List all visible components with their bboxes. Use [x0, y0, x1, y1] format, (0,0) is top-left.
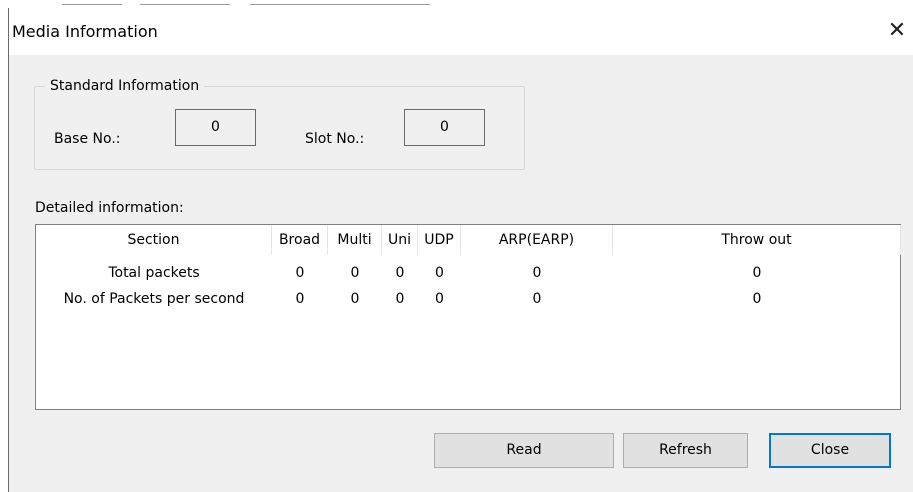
refresh-button[interactable]: Refresh	[623, 433, 748, 468]
detailed-information-list[interactable]: Section Broad Multi Uni UDP ARP(EARP) Th…	[35, 224, 901, 410]
media-information-dialog: Media Information ✕ Standard Information…	[8, 8, 913, 492]
slot-no-label: Slot No.:	[305, 131, 365, 147]
list-header: Section Broad Multi Uni UDP ARP(EARP) Th…	[36, 225, 901, 255]
row-broad-cell: 0	[295, 265, 305, 281]
row-udp-cell: 0	[435, 291, 444, 307]
column-header-uni[interactable]: Uni	[382, 225, 418, 255]
background-line	[140, 4, 230, 5]
row-throw-out-cell: 0	[752, 291, 762, 307]
background-line	[250, 4, 430, 5]
detailed-information-label: Detailed information:	[35, 200, 184, 216]
column-header-arp-earp[interactable]: ARP(EARP)	[461, 225, 613, 255]
standard-information-legend: Standard Information	[45, 77, 205, 95]
background-line	[62, 4, 122, 5]
base-no-label: Base No.:	[54, 131, 121, 147]
row-multi-cell: 0	[350, 265, 360, 281]
read-button[interactable]: Read	[434, 433, 614, 468]
row-udp-cell: 0	[435, 265, 444, 281]
column-header-multi[interactable]: Multi	[328, 225, 382, 255]
row-section-cell: No. of Packets per second	[63, 291, 245, 307]
column-header-broad[interactable]: Broad	[272, 225, 328, 255]
row-throw-out-cell: 0	[752, 265, 762, 281]
table-row[interactable]: Total packets 0 0 0 0 0 0	[36, 261, 900, 285]
row-uni-cell: 0	[395, 291, 405, 307]
row-broad-cell: 0	[295, 291, 305, 307]
table-row[interactable]: No. of Packets per second 0 0 0 0 0 0	[36, 287, 900, 311]
row-arp-cell: 0	[532, 265, 542, 281]
row-arp-cell: 0	[532, 291, 542, 307]
column-header-throw-out[interactable]: Throw out	[613, 225, 901, 255]
background-window-edge	[0, 0, 913, 8]
title-bar: Media Information ✕	[9, 8, 913, 55]
column-header-section[interactable]: Section	[36, 225, 272, 255]
slot-no-value: 0	[404, 109, 485, 146]
window-title: Media Information	[12, 22, 158, 41]
close-button[interactable]: Close	[769, 433, 891, 468]
row-uni-cell: 0	[395, 265, 405, 281]
row-section-cell: Total packets	[108, 265, 200, 281]
row-multi-cell: 0	[350, 291, 360, 307]
base-no-value: 0	[175, 109, 256, 146]
close-icon[interactable]: ✕	[884, 18, 910, 44]
column-header-udp[interactable]: UDP	[418, 225, 461, 255]
